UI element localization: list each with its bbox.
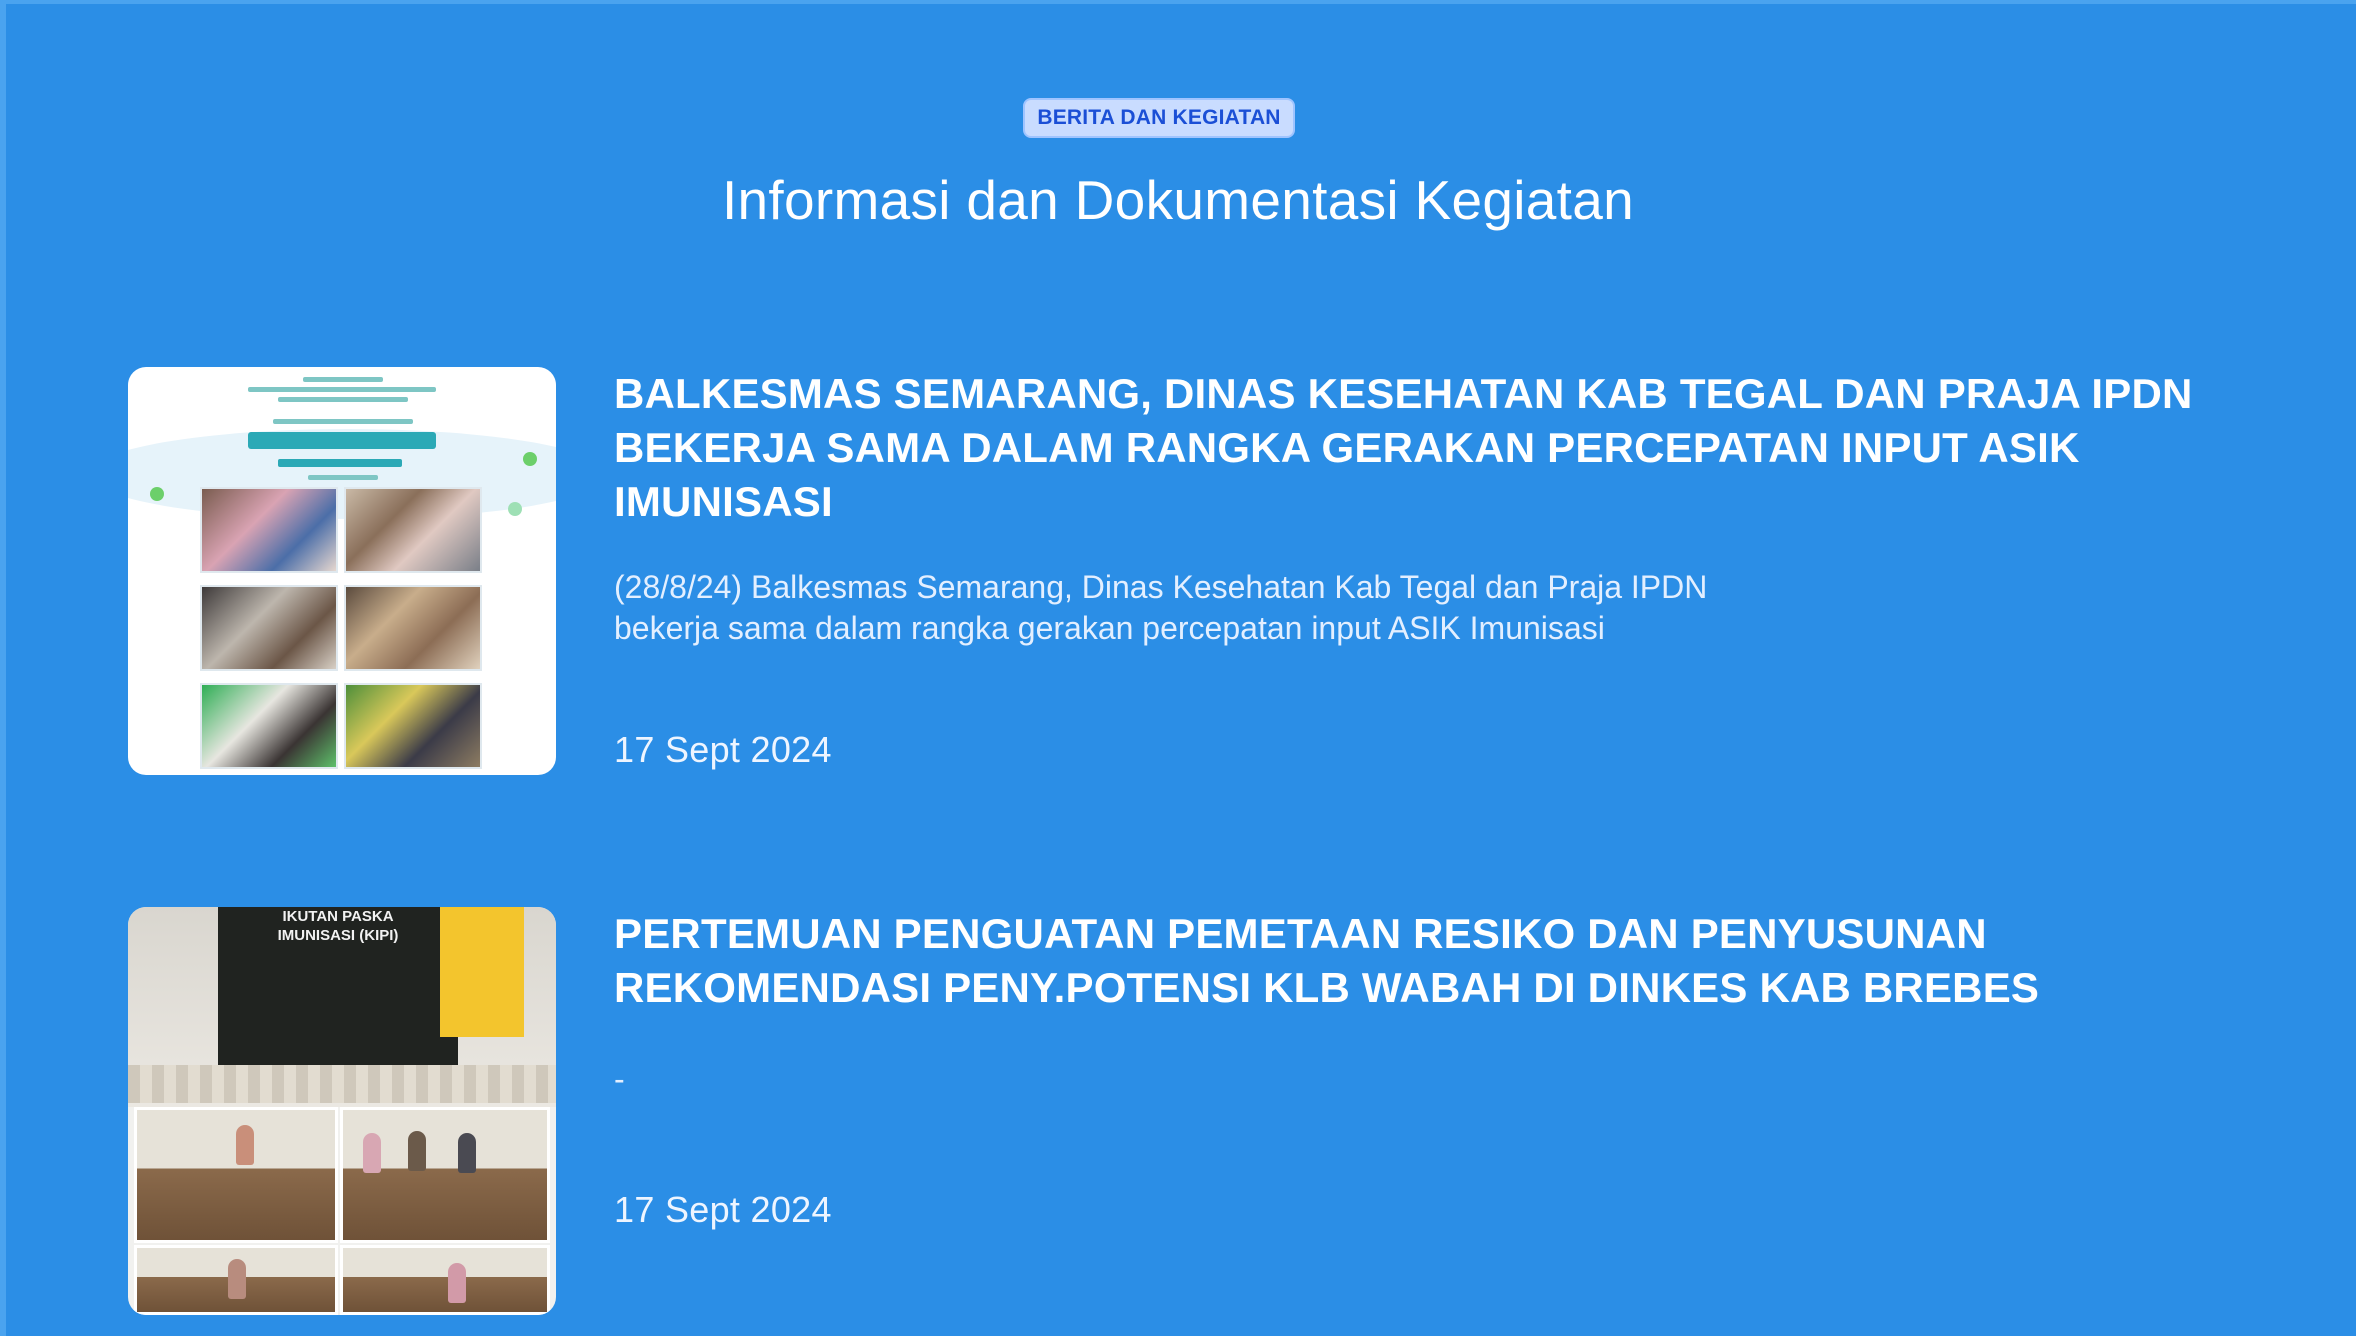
infographic-image	[128, 367, 556, 775]
news-thumbnail[interactable]: IKUTAN PASKA IMUNISASI (KIPI)	[128, 907, 556, 1315]
section-title: Informasi dan Dokumentasi Kegiatan	[721, 169, 1635, 231]
news-meta: 17 Sept 2024	[614, 367, 2214, 775]
top-edge	[0, 0, 2356, 4]
news-item[interactable]: IKUTAN PASKA IMUNISASI (KIPI) PERTEMUAN …	[128, 907, 2228, 1315]
news-meta: 17 Sept 2024	[614, 907, 2214, 1315]
news-date: 17 Sept 2024	[614, 729, 832, 770]
section-badge: BERITA DAN KEGIATAN	[1023, 98, 1295, 138]
photo-collage-image: IKUTAN PASKA IMUNISASI (KIPI)	[128, 907, 556, 1315]
news-thumbnail[interactable]	[128, 367, 556, 775]
news-date: 17 Sept 2024	[614, 1189, 832, 1230]
image-caption: IKUTAN PASKA IMUNISASI (KIPI)	[277, 908, 399, 944]
news-item[interactable]: BALKESMAS SEMARANG, DINAS KESEHATAN KAB …	[128, 367, 2228, 775]
